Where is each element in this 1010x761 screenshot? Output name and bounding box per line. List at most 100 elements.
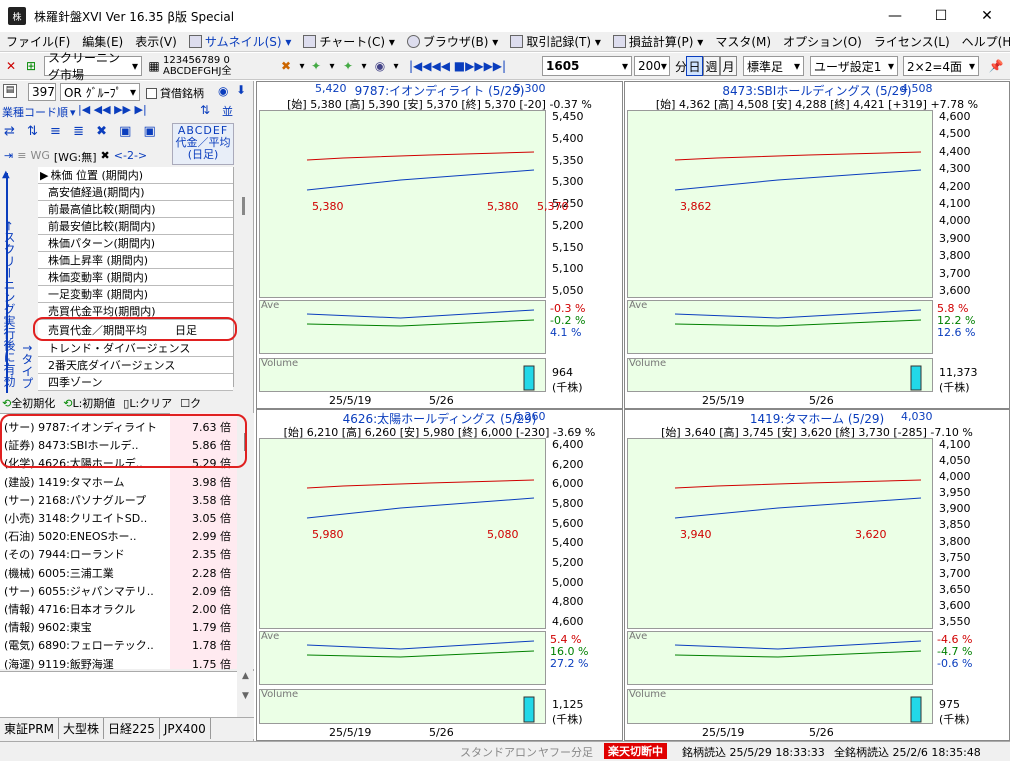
group-letters[interactable]: ABCDEFGHJ全 bbox=[163, 66, 275, 77]
menu-license[interactable]: ライセンス(L) bbox=[868, 33, 956, 50]
clear-l-label: L:クリア bbox=[129, 397, 173, 410]
criteria-item[interactable]: 前最高値比較(期間内) bbox=[38, 201, 233, 218]
init-l-button[interactable]: ⟲L:初期値 bbox=[63, 395, 115, 411]
calculator-icon bbox=[612, 35, 626, 48]
chart-panel[interactable]: 1419:タマホーム (5/29) 4,030 [始] 3,640 [高] 3,74… bbox=[624, 409, 1010, 741]
memo-area[interactable] bbox=[0, 671, 254, 717]
sort-order-icon[interactable]: 並 bbox=[222, 103, 233, 119]
highlight-criterion bbox=[33, 317, 237, 341]
sort-nav[interactable]: |◀ ◀◀ ▶▶ ▶| bbox=[78, 103, 147, 116]
menu-master[interactable]: マスタ(M) bbox=[709, 33, 777, 50]
radio-icon[interactable]: ◉ bbox=[218, 84, 228, 98]
tab-nikkei225[interactable]: 日経225 bbox=[104, 718, 160, 739]
stock-row[interactable]: (サー) 6055:ジャパンマテリ.. 2.09 倍 bbox=[4, 582, 234, 600]
chart-panel[interactable]: 8473:SBIホールディングス (5/29) 4,508 [始] 4,362 [高… bbox=[624, 81, 1010, 409]
code-input[interactable]: 1605 ▾ bbox=[542, 56, 632, 76]
menu-file[interactable]: ファイル(F) bbox=[0, 33, 76, 50]
minimize-button[interactable]: — bbox=[872, 0, 918, 32]
stock-row[interactable]: (小売) 3148:クリエイトSD.. 3.05 倍 bbox=[4, 509, 234, 527]
criteria-item[interactable]: 株価上昇率 (期間内) bbox=[38, 252, 233, 269]
group-mode-select[interactable]: OR ｸﾞﾙｰﾌﾟ ▾ bbox=[60, 83, 140, 101]
stock-row[interactable]: (電気) 6890:フェローテック.. 1.78 倍 bbox=[4, 636, 234, 654]
k-label: ク bbox=[190, 397, 202, 410]
bars-select[interactable]: 200 ▾ bbox=[634, 56, 670, 76]
criteria-item[interactable]: 前最安値比較(期間内) bbox=[38, 218, 233, 235]
wg-clear-icon[interactable]: ✖ bbox=[101, 149, 110, 165]
k-checkbox[interactable]: ☐ク bbox=[180, 395, 201, 411]
credit-checkbox[interactable]: 貸借銘柄 bbox=[146, 85, 204, 101]
group-buttons[interactable]: 123456789 0 ABCDEFGHJ全 bbox=[163, 55, 275, 77]
criteria-item[interactable]: 高安値経過(期間内) bbox=[38, 184, 233, 201]
day-button[interactable]: 日 bbox=[686, 56, 703, 76]
criteria-item[interactable]: 一足変動率 (期間内) bbox=[38, 286, 233, 303]
dropdown-icon-4[interactable]: ▾ bbox=[388, 58, 404, 74]
market-select[interactable]: スクリーニング市場 ▾ bbox=[44, 51, 142, 82]
code-value: 1605 bbox=[546, 59, 580, 73]
target-icon[interactable]: ◉ bbox=[372, 58, 388, 74]
stock-row[interactable]: (情報) 4716:日本オラクル 2.00 倍 bbox=[4, 600, 234, 618]
menu-thumbnail[interactable]: サムネイル(S) ▾ bbox=[183, 33, 298, 50]
tab-tse-prime[interactable]: 東証PRM bbox=[0, 718, 59, 739]
criteria-item[interactable]: トレンド・ダイバージェンス bbox=[38, 340, 233, 357]
menu-trade-log[interactable]: 取引記録(T) ▾ bbox=[504, 33, 607, 50]
chart-panel[interactable]: 9787:イオンディライト (5/29) 5,420 5,300 [始] 5,380 … bbox=[256, 81, 623, 409]
page-icon[interactable]: ▤ bbox=[3, 84, 17, 98]
memo-scrollbar[interactable]: ▲ ▼ bbox=[237, 671, 254, 717]
criteria-item[interactable]: 株価変動率 (期間内) bbox=[38, 269, 233, 286]
tab-large-cap[interactable]: 大型株 bbox=[59, 718, 104, 739]
layout-value: 2×2=4面 bbox=[907, 59, 963, 74]
menu-pl-calc[interactable]: 損益計算(P) ▾ bbox=[607, 33, 709, 50]
pin-icon[interactable]: 📌 bbox=[988, 58, 1004, 74]
stock-name: (その) 7944:ローランド bbox=[4, 548, 125, 562]
download-icon[interactable]: ⬇ bbox=[236, 83, 246, 97]
dropdown-icon-3[interactable]: ▾ bbox=[356, 58, 372, 74]
stock-row[interactable]: (サー) 2168:パソナグループ 3.58 倍 bbox=[4, 491, 234, 509]
foot-select[interactable]: 標準足 ▾ bbox=[743, 56, 804, 76]
tab-jpx400[interactable]: JPX400 bbox=[160, 718, 211, 739]
clear-icon[interactable]: ✕ bbox=[3, 58, 19, 74]
maximize-button[interactable]: ☐ bbox=[918, 0, 964, 32]
add-icon[interactable]: ⊞ bbox=[23, 58, 39, 74]
chart-lines bbox=[306, 479, 535, 723]
stock-row[interactable]: (海運) 9119:飯野海運 1.75 倍 bbox=[4, 655, 234, 673]
chart-panel[interactable]: 4626:太陽ホールディングス (5/29) 6,260 [始] 6,210 [高]… bbox=[256, 409, 623, 741]
mark-icon[interactable]: ✖ bbox=[278, 58, 294, 74]
range-label[interactable]: <-2-> bbox=[114, 149, 147, 165]
dropdown-icon-2[interactable]: ▾ bbox=[324, 58, 340, 74]
wand-icon-2[interactable]: ✦ bbox=[340, 58, 356, 74]
grid-icon[interactable]: ▦ bbox=[146, 58, 162, 74]
stock-row[interactable]: (機械) 6005:三浦工業 2.28 倍 bbox=[4, 564, 234, 582]
week-button[interactable]: 週 bbox=[703, 56, 720, 76]
close-button[interactable]: ✕ bbox=[964, 0, 1010, 32]
criteria-item[interactable]: 株価パターン(期間内) bbox=[38, 235, 233, 252]
criteria-item[interactable]: 2番天底ダイバージェンス bbox=[38, 357, 233, 374]
filter-icon[interactable]: ⇥ bbox=[4, 149, 13, 165]
menu-option[interactable]: オプション(O) bbox=[777, 33, 868, 50]
layout-select[interactable]: 2×2=4面 ▾ bbox=[903, 56, 979, 76]
menu-edit[interactable]: 編集(E) bbox=[76, 33, 129, 50]
stock-row[interactable]: (石油) 5020:ENEOSホー.. 2.99 倍 bbox=[4, 527, 234, 545]
stock-row[interactable]: (その) 7944:ローランド 2.35 倍 bbox=[4, 545, 234, 563]
clear-l-button[interactable]: ▯L:クリア bbox=[123, 395, 172, 411]
navigation-buttons[interactable]: |◀◀◀◀ ■▶▶▶▶| bbox=[409, 59, 506, 73]
init-all-button[interactable]: ⟲全初期化 bbox=[2, 395, 55, 411]
stock-value: 2.28 倍 bbox=[192, 566, 231, 580]
group-numbers[interactable]: 123456789 0 bbox=[163, 55, 275, 66]
filter2-icon[interactable]: ≡ bbox=[17, 149, 26, 165]
menu-help[interactable]: ヘルプ(H) bbox=[956, 33, 1010, 50]
menu-view[interactable]: 表示(V) bbox=[129, 33, 183, 50]
stock-row[interactable]: (建設) 1419:タマホーム 3.98 倍 bbox=[4, 473, 234, 491]
sort-icon[interactable]: ⇅ bbox=[200, 103, 210, 117]
menu-browser[interactable]: ブラウザ(B) ▾ bbox=[401, 33, 504, 50]
list-toolbar-icons[interactable]: ⇄ ⇅ ≡ ≣ ✖ ▣ ▣ bbox=[4, 124, 160, 139]
criteria-scrollbar[interactable] bbox=[235, 167, 252, 391]
wand-icon[interactable]: ✦ bbox=[308, 58, 324, 74]
value-column-header[interactable]: ABCDEF 代金／平均 (日足) bbox=[172, 123, 234, 165]
sort-dropdown-icon[interactable]: ▾ bbox=[70, 106, 76, 119]
stock-row[interactable]: (情報) 9602:東宝 1.79 倍 bbox=[4, 618, 234, 636]
criteria-item[interactable]: ▶ 株価 位置 (期間内) bbox=[38, 167, 233, 184]
criteria-item[interactable]: 四季ゾーン bbox=[38, 374, 233, 391]
month-button[interactable]: 月 bbox=[720, 56, 737, 76]
menu-chart[interactable]: チャート(C) ▾ bbox=[297, 33, 400, 50]
user-setting-select[interactable]: ユーザ設定1 ▾ bbox=[810, 56, 898, 76]
